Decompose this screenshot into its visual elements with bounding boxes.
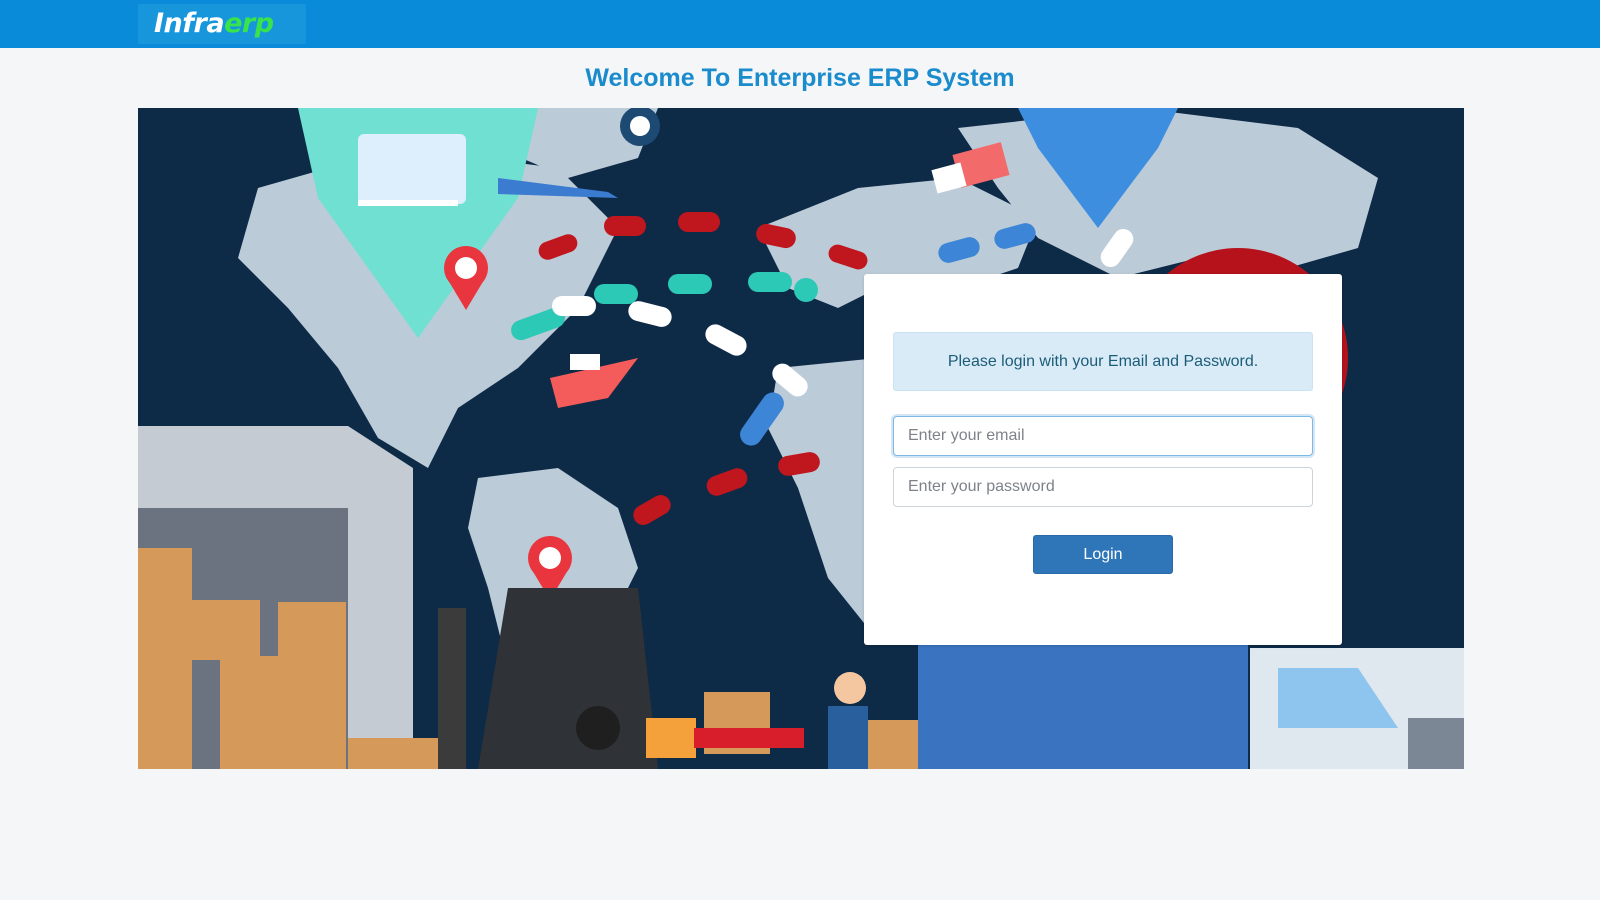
logo-text-accent: erp [224, 8, 274, 39]
login-info-alert: Please login with your Email and Passwor… [893, 332, 1313, 391]
top-navbar: Infraerp [0, 0, 1600, 48]
page-title: Welcome To Enterprise ERP System [585, 64, 1015, 92]
password-input[interactable] [893, 467, 1313, 507]
login-card: Please login with your Email and Passwor… [864, 274, 1342, 645]
login-button[interactable]: Login [1033, 535, 1173, 574]
logo-text-primary: Infra [154, 8, 225, 39]
email-input[interactable] [893, 416, 1313, 456]
app-logo[interactable]: Infraerp [138, 4, 306, 44]
